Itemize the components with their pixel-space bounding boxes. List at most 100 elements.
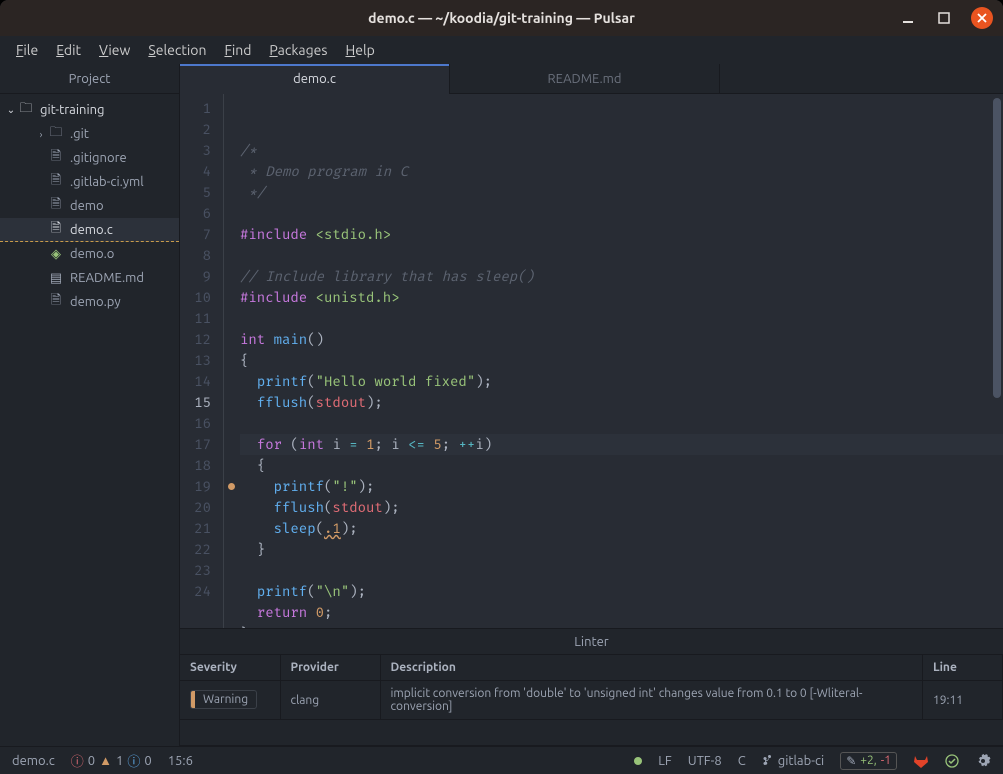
line-number[interactable]: 13 (180, 350, 211, 371)
file-icon: 🗎 (48, 219, 64, 241)
menu-find[interactable]: Find (216, 40, 259, 60)
pencil-icon: ✎ (846, 754, 856, 768)
tab-README-md[interactable]: README.md (450, 64, 720, 94)
settings-icon[interactable] (975, 753, 991, 769)
linter-row[interactable]: Warning clang implicit conversion from '… (180, 681, 1003, 720)
line-number[interactable]: 17 (180, 434, 211, 455)
code-line[interactable]: return 0; (240, 602, 1003, 623)
code-line[interactable]: fflush(stdout); (240, 392, 1003, 413)
titlebar[interactable]: demo.c — ~/koodia/git-training — Pulsar (0, 0, 1003, 36)
menu-help[interactable]: Help (337, 40, 382, 60)
tree-item-README-md[interactable]: ▤README.md (0, 266, 179, 290)
linter-header-description[interactable]: Description (380, 655, 923, 681)
tree-item--git[interactable]: ›🗀.git (0, 122, 179, 146)
code-line[interactable]: for (int i = 1; i <= 5; ++i) (240, 434, 1003, 455)
code-line[interactable] (240, 245, 1003, 266)
code-line[interactable]: printf("Hello world fixed"); (240, 371, 1003, 392)
tree-item-demo-o[interactable]: ◈demo.o (0, 242, 179, 266)
status-diagnostics[interactable]: ⓘ0 ▲1 ⓘ0 (71, 751, 152, 770)
status-eol[interactable]: LF (658, 754, 671, 768)
code-line[interactable]: int main() (240, 329, 1003, 350)
line-number[interactable]: 21 (180, 518, 211, 539)
menu-view[interactable]: View (91, 40, 138, 60)
code-line[interactable]: fflush(stdout); (240, 497, 1003, 518)
line-number[interactable]: 1 (180, 98, 211, 119)
line-number[interactable]: 7 (180, 224, 211, 245)
linter-provider: clang (280, 681, 380, 720)
line-number[interactable]: 9 (180, 266, 211, 287)
line-number[interactable]: 15 (180, 392, 211, 413)
menu-edit[interactable]: Edit (48, 40, 89, 60)
linter-panel: Linter SeverityProviderDescriptionLine W… (180, 628, 1003, 746)
code-line[interactable]: // Include library that has sleep() (240, 266, 1003, 287)
menu-selection[interactable]: Selection (140, 40, 214, 60)
line-number[interactable]: 16 (180, 413, 211, 434)
scrollbar-thumb[interactable] (993, 98, 1001, 398)
code-line[interactable]: } (240, 539, 1003, 560)
tree-item-demo-py[interactable]: 🗎demo.py (0, 290, 179, 314)
code-line[interactable] (240, 203, 1003, 224)
menu-packages[interactable]: Packages (261, 40, 335, 60)
line-number[interactable]: 2 (180, 119, 211, 140)
line-number[interactable]: 5 (180, 182, 211, 203)
line-number[interactable]: 10 (180, 287, 211, 308)
gitlab-icon[interactable] (913, 753, 929, 769)
line-number[interactable]: 12 (180, 329, 211, 350)
status-branch[interactable]: gitlab-ci (762, 754, 824, 768)
code-line[interactable]: } (240, 623, 1003, 628)
code-line[interactable] (240, 413, 1003, 434)
code-line[interactable] (240, 560, 1003, 581)
code-area[interactable]: /* * Demo program in C */ #include <stdio… (238, 94, 1003, 628)
line-number[interactable]: 23 (180, 560, 211, 581)
tree-item-demo-c[interactable]: 🗎demo.c (0, 218, 179, 242)
code-line[interactable] (240, 308, 1003, 329)
line-number[interactable]: 6 (180, 203, 211, 224)
code-line[interactable]: printf("!"); (240, 476, 1003, 497)
line-number[interactable]: 18 (180, 455, 211, 476)
line-number[interactable]: 14 (180, 371, 211, 392)
minimize-button[interactable] (899, 9, 917, 27)
tab-bar: demo.cREADME.md (180, 64, 1003, 94)
code-line[interactable]: printf("\n"); (240, 581, 1003, 602)
linter-header-severity[interactable]: Severity (180, 655, 280, 681)
maximize-button[interactable] (935, 9, 953, 27)
code-line[interactable]: { (240, 455, 1003, 476)
status-file[interactable]: demo.c (12, 754, 55, 768)
code-line[interactable]: /* (240, 140, 1003, 161)
code-line[interactable]: */ (240, 182, 1003, 203)
line-number[interactable]: 19 (180, 476, 211, 497)
editor-scrollbar[interactable] (991, 94, 1003, 628)
status-sync[interactable] (634, 757, 642, 765)
status-lang[interactable]: C (738, 754, 746, 768)
tab-demo-c[interactable]: demo.c (180, 64, 450, 94)
line-number[interactable]: 4 (180, 161, 211, 182)
info-icon: ⓘ (127, 751, 140, 770)
code-line[interactable]: * Demo program in C (240, 161, 1003, 182)
line-number[interactable]: 22 (180, 539, 211, 560)
menu-file[interactable]: File (8, 40, 46, 60)
code-line[interactable]: #include <stdio.h> (240, 224, 1003, 245)
code-line[interactable]: { (240, 350, 1003, 371)
tree-item--gitignore[interactable]: 🗎.gitignore (0, 146, 179, 170)
tree-item--gitlab-ci-yml[interactable]: 🗎.gitlab-ci.yml (0, 170, 179, 194)
line-number[interactable]: 20 (180, 497, 211, 518)
line-number-gutter[interactable]: 123456789101112131415161718192021222324 (180, 94, 224, 628)
linter-header-line[interactable]: Line (923, 655, 1003, 681)
status-git-changes[interactable]: ✎ +2, -1 (840, 752, 897, 770)
status-cursor[interactable]: 15:6 (168, 754, 193, 768)
close-button[interactable] (971, 7, 993, 29)
code-editor[interactable]: 123456789101112131415161718192021222324 … (180, 94, 1003, 628)
line-number[interactable]: 11 (180, 308, 211, 329)
tree-item-demo[interactable]: 🗎demo (0, 194, 179, 218)
repo-icon: 🗀 (18, 99, 34, 121)
error-icon: ⓘ (71, 751, 84, 770)
line-number[interactable]: 3 (180, 140, 211, 161)
line-number[interactable]: 8 (180, 245, 211, 266)
linter-header-provider[interactable]: Provider (280, 655, 380, 681)
status-encoding[interactable]: UTF-8 (688, 754, 722, 768)
tree-root[interactable]: ⌄🗀git-training (0, 98, 179, 122)
line-number[interactable]: 24 (180, 581, 211, 602)
code-line[interactable]: #include <unistd.h> (240, 287, 1003, 308)
code-line[interactable]: sleep(.1); (240, 518, 1003, 539)
status-check-icon[interactable] (945, 754, 959, 768)
